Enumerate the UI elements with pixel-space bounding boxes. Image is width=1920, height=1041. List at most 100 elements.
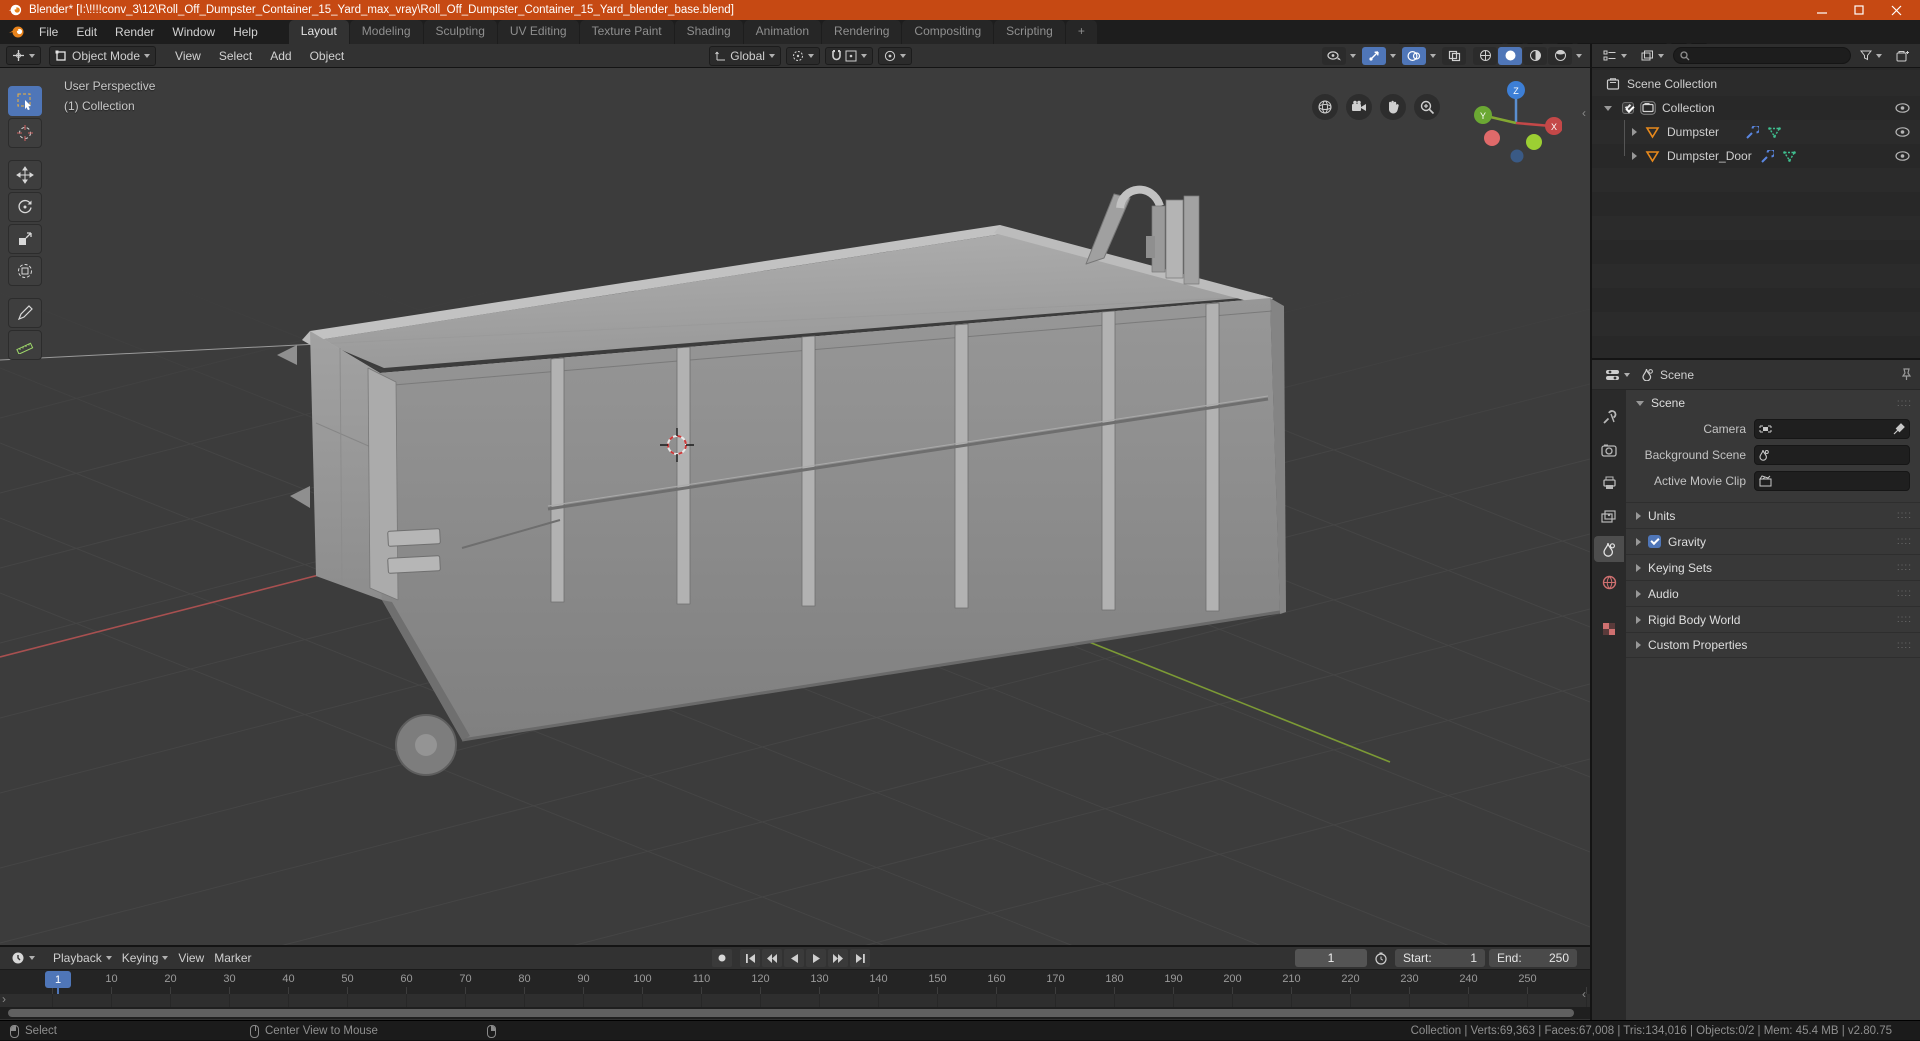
tab-modeling[interactable]: Modeling [349,20,423,44]
outliner-filter-type-icon[interactable] [1636,48,1669,63]
tab-render[interactable] [1594,437,1624,463]
menu-help[interactable]: Help [224,21,267,43]
pivot-point-selector[interactable] [785,46,820,65]
wrench-icon[interactable] [1760,149,1774,163]
viewport-menu-view[interactable]: View [166,45,210,67]
tab-tool[interactable] [1594,404,1624,430]
viewport-canvas[interactable] [0,68,1590,945]
timeline-view-menu[interactable]: View [173,949,209,967]
outliner-display-mode-selector[interactable] [1598,48,1632,63]
viewport-menu-select[interactable]: Select [210,45,261,67]
preview-range-clock-icon[interactable] [1371,949,1391,967]
object-type-visibility-button[interactable] [1322,46,1346,65]
menu-edit[interactable]: Edit [67,21,106,43]
start-frame-field[interactable]: Start: 1 [1395,949,1485,967]
timeline-ruler[interactable]: 10 20 30 40 50 60 70 80 90 100 110 120 130 140 150 160 1… [0,969,1590,1008]
gravity-section[interactable]: Gravity:::: [1626,528,1920,554]
play-button[interactable] [806,949,826,967]
tool-settings-icon[interactable] [6,46,41,65]
tab-world[interactable] [1594,569,1624,595]
scale-tool-icon[interactable] [8,224,42,254]
object-expand-icon[interactable] [1632,128,1637,136]
select-box-tool-icon[interactable] [8,86,42,116]
wrench-icon[interactable] [1745,125,1760,139]
tab-layout[interactable]: Layout [288,20,349,44]
tab-scene[interactable] [1594,536,1624,562]
auto-key-record-button[interactable] [712,949,732,967]
region-collapse-icon[interactable]: ‹ [1582,987,1586,1001]
tab-view-layer[interactable] [1594,503,1624,529]
outliner-row-collection[interactable]: Collection [1592,96,1920,120]
collection-expand-icon[interactable] [1604,105,1612,111]
navigation-gizmo[interactable]: Z Y X [1470,76,1562,168]
playback-menu[interactable]: Playback [48,949,117,967]
pan-hand-icon[interactable] [1380,94,1406,120]
outliner-filter-button[interactable] [1855,48,1887,63]
gizmo-y-negative[interactable] [1526,134,1542,150]
end-frame-field[interactable]: End: 250 [1489,949,1577,967]
transform-orientation-selector[interactable]: Global [709,45,781,66]
maximize-button[interactable] [1854,4,1865,16]
new-collection-button[interactable] [1891,48,1914,64]
outliner-row-dumpster-door[interactable]: Dumpster_Door [1592,144,1920,168]
minimize-button[interactable] [1817,5,1828,16]
scrollbar-thumb[interactable] [8,1009,1574,1017]
collection-checkbox[interactable] [1622,102,1634,114]
audio-section[interactable]: Audio:::: [1626,580,1920,606]
timeline-expand-icon[interactable]: › [2,992,6,1006]
zoom-sphere-icon[interactable] [1312,94,1338,120]
units-section[interactable]: Units:::: [1626,502,1920,528]
rigid-body-world-section[interactable]: Rigid Body World:::: [1626,606,1920,632]
zoom-plus-icon[interactable] [1414,94,1440,120]
outliner-row-dumpster[interactable]: Dumpster [1592,120,1920,144]
tab-texture-paint[interactable]: Texture Paint [579,20,674,44]
gizmo-toggle-button[interactable] [1362,46,1386,65]
rotate-tool-icon[interactable] [8,192,42,222]
region-collapse-icon[interactable]: ‹ [1582,106,1586,120]
viewport-menu-object[interactable]: Object [301,45,354,67]
mesh-data-icon[interactable] [1782,150,1797,163]
active-movie-clip-field[interactable] [1754,471,1910,491]
transform-tool-icon[interactable] [8,256,42,286]
snap-controls[interactable] [824,46,873,65]
eye-icon[interactable] [1895,103,1910,113]
pin-icon[interactable] [1901,368,1912,381]
xray-toggle-button[interactable] [1442,46,1466,65]
overlays-toggle-button[interactable] [1402,46,1426,65]
tab-output[interactable] [1594,470,1624,496]
prev-keyframe-button[interactable] [762,949,782,967]
tab-texture[interactable] [1594,616,1624,642]
menu-file[interactable]: File [30,21,67,43]
gravity-checkbox[interactable] [1648,535,1661,548]
marker-menu[interactable]: Marker [209,949,256,967]
shading-wireframe-button[interactable] [1473,46,1497,65]
keying-menu[interactable]: Keying [117,949,174,967]
camera-field[interactable] [1754,419,1910,439]
object-expand-icon[interactable] [1632,152,1637,160]
background-scene-field[interactable] [1754,445,1910,465]
proportional-editing-controls[interactable] [877,46,912,65]
outliner-search-input[interactable] [1673,47,1851,64]
camera-view-icon[interactable] [1346,94,1372,120]
gizmo-z-negative[interactable] [1510,149,1524,163]
viewport-menu-add[interactable]: Add [261,45,300,67]
shading-rendered-button[interactable] [1548,46,1572,65]
jump-to-end-button[interactable] [850,949,870,967]
tab-rendering[interactable]: Rendering [822,20,902,44]
eyedropper-icon[interactable] [1893,423,1905,435]
eye-icon[interactable] [1895,127,1910,137]
annotate-tool-icon[interactable] [8,298,42,328]
measure-tool-icon[interactable] [8,330,42,360]
playhead[interactable]: 1 [45,971,71,988]
jump-to-start-button[interactable] [740,949,760,967]
timeline-tracks[interactable]: › [0,992,1590,1007]
cursor-tool-icon[interactable] [8,118,42,148]
tab-scripting[interactable]: Scripting [994,20,1065,44]
scene-section-header[interactable]: Scene:::: [1626,390,1920,416]
tab-compositing[interactable]: Compositing [902,20,994,44]
tab-uv-editing[interactable]: UV Editing [497,20,579,44]
shading-solid-button[interactable] [1498,46,1522,65]
mode-selector[interactable]: Object Mode [49,45,157,66]
viewport-3d[interactable]: User Perspective (1) Collection Z Y X ‹ [0,68,1590,945]
move-tool-icon[interactable] [8,160,42,190]
